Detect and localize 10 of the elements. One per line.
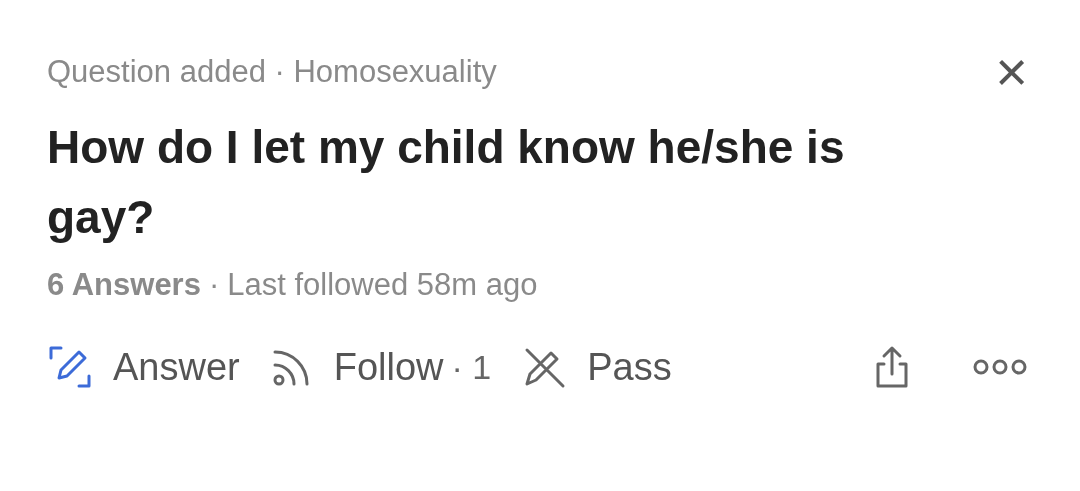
question-context: Question added · Homosexuality xyxy=(47,52,497,91)
follow-button[interactable]: Follow xyxy=(269,338,444,396)
pencil-icon xyxy=(47,344,93,390)
question-title[interactable]: How do I let my child know he/she is gay? xyxy=(47,112,947,252)
answer-button[interactable]: Answer xyxy=(47,338,240,396)
last-followed: Last followed 58m ago xyxy=(227,266,538,304)
close-button[interactable]: × xyxy=(995,44,1028,100)
separator-dot: · xyxy=(208,266,220,304)
follower-count: · 1 xyxy=(451,346,492,388)
pass-button[interactable]: Pass xyxy=(521,338,672,396)
